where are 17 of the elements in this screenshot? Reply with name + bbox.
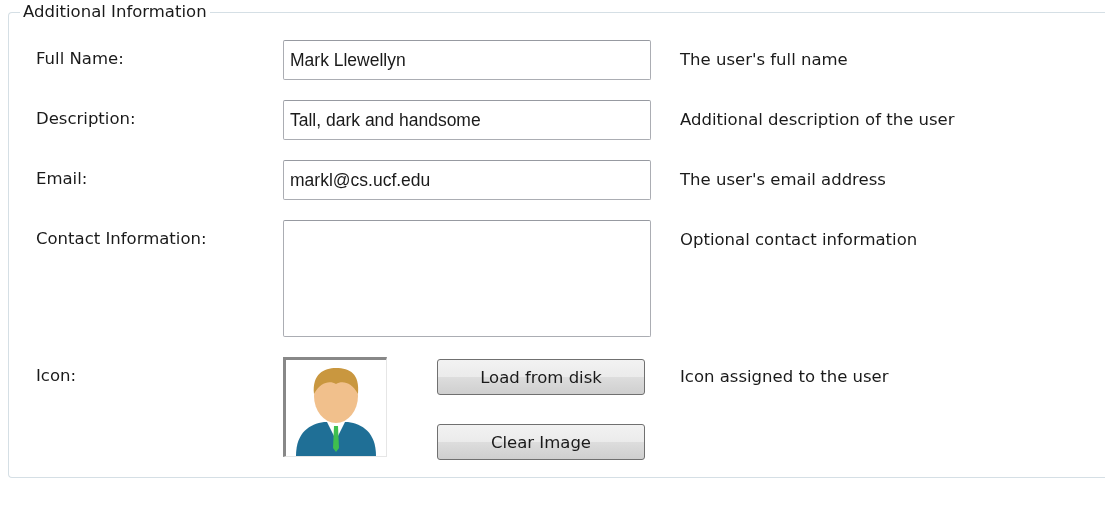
help-text: Optional contact information — [680, 229, 919, 249]
field-label: Email: — [36, 168, 89, 188]
text-field[interactable]: Tall, dark and handsome — [283, 100, 651, 140]
field-label: Contact Information: — [36, 228, 208, 248]
text-area[interactable] — [283, 220, 651, 337]
help-text: Icon assigned to the user — [680, 366, 890, 386]
help-text: The user's email address — [680, 169, 887, 189]
text-field[interactable]: Mark Llewellyn — [283, 40, 651, 80]
user-avatar-icon — [294, 366, 378, 456]
text-field[interactable]: markl@cs.ucf.edu — [283, 160, 651, 200]
field-label: Full Name: — [36, 48, 125, 68]
help-text: Additional description of the user — [680, 109, 956, 129]
field-label: Description: — [36, 108, 137, 128]
help-text: The user's full name — [680, 49, 849, 69]
clear-button[interactable]: Clear Image — [437, 424, 645, 460]
load-button[interactable]: Load from disk — [437, 359, 645, 395]
field-label: Icon: — [36, 365, 78, 385]
